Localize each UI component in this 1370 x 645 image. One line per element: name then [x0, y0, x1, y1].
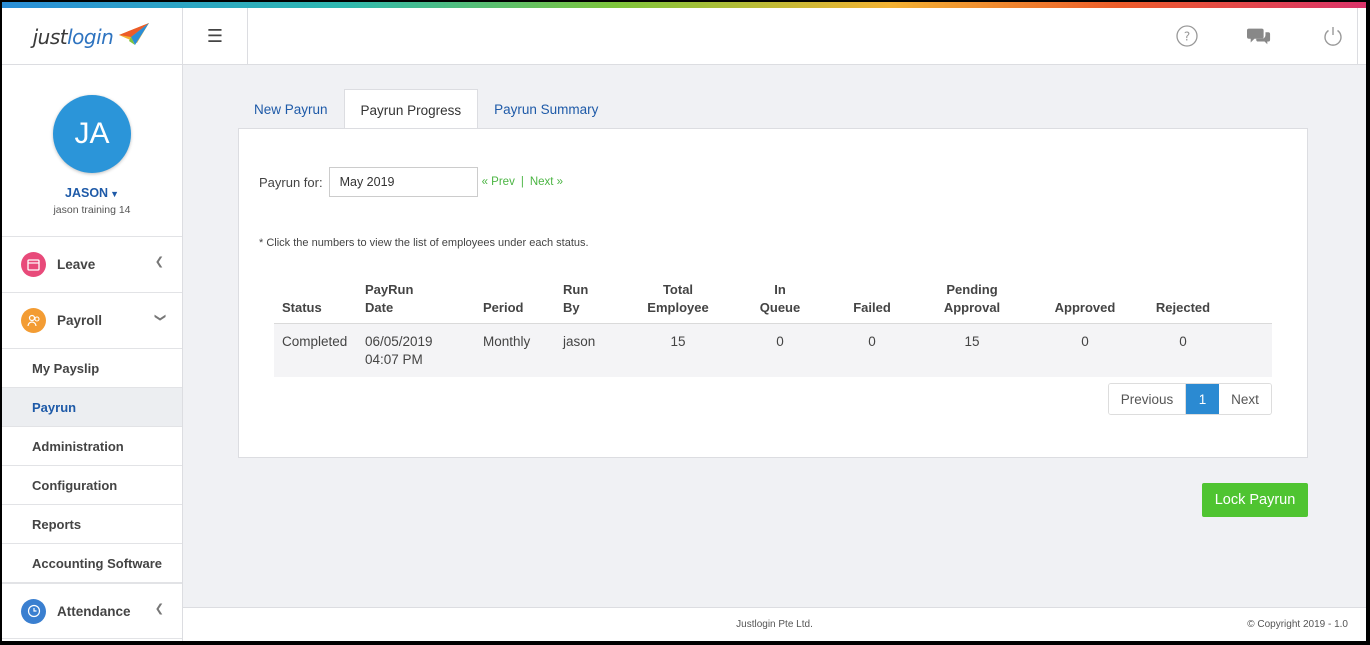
header-divider — [1357, 8, 1358, 65]
tab-payrun-progress[interactable]: Payrun Progress — [343, 89, 479, 130]
sidebar-item-configuration[interactable]: Configuration — [2, 466, 182, 505]
app-window: justlogin ☰ ? JA JASON ▼ jason training … — [2, 2, 1366, 641]
payrun-status-table: Status PayRun Date Period Run By Total Empl… — [274, 275, 1272, 377]
col-in-queue: In Queue — [725, 275, 835, 324]
col-pending-approval: Pending Approval — [909, 275, 1035, 324]
sidebar-item-administration[interactable]: Administration — [2, 427, 182, 466]
pagination-next-button[interactable]: Next — [1219, 384, 1271, 414]
cell-rejected-link[interactable]: 0 — [1135, 323, 1231, 377]
cell-status: Completed — [274, 323, 357, 377]
footer-copyright: © Copyright 2019 - 1.0 — [1247, 619, 1348, 630]
cell-approved-link[interactable]: 0 — [1035, 323, 1135, 377]
user-profile: JA JASON ▼ jason training 14 — [2, 65, 182, 237]
chevron-left-icon: ❮ — [154, 256, 164, 268]
payrun-progress-panel: Payrun for: « Prev | Next » * Click the … — [238, 128, 1308, 458]
svg-text:?: ? — [1184, 30, 1190, 44]
sidebar: JA JASON ▼ jason training 14 Leave ❮ Payr… — [2, 65, 183, 641]
col-run-by: Run By — [555, 275, 631, 324]
chat-icon — [1247, 28, 1271, 45]
instruction-note: * Click the numbers to view the list of … — [259, 237, 589, 249]
lock-payrun-button[interactable]: Lock Payrun — [1202, 483, 1308, 517]
sidebar-item-attendance[interactable]: Attendance ❮ — [2, 583, 182, 639]
col-status: Status — [274, 275, 357, 324]
cell-failed-link[interactable]: 0 — [835, 323, 909, 377]
col-failed: Failed — [835, 275, 909, 324]
sidebar-item-leave[interactable]: Leave ❮ — [2, 237, 182, 293]
cell-in-queue: 0 — [725, 323, 835, 377]
footer-company: Justlogin Pte Ltd. — [736, 619, 813, 630]
tab-new-payrun[interactable]: New Payrun — [238, 89, 344, 129]
cell-run-by: jason — [555, 323, 631, 377]
sidebar-item-payroll[interactable]: Payroll ❮ — [2, 293, 182, 349]
sidebar-item-accounting-software[interactable]: Accounting Software — [2, 544, 182, 583]
cell-payrun-date: 06/05/2019 04:07 PM — [357, 323, 475, 377]
link-separator: | — [520, 176, 524, 188]
cell-period: Monthly — [475, 323, 555, 377]
cell-spacer — [1231, 323, 1272, 377]
clock-icon — [21, 598, 46, 624]
pagination-page-1[interactable]: 1 — [1186, 384, 1219, 414]
prev-month-link[interactable]: « Prev — [482, 176, 515, 188]
sidebar-item-label: Payroll — [57, 313, 103, 328]
pagination-previous-button[interactable]: Previous — [1109, 384, 1186, 414]
user-name: JASON — [65, 186, 109, 200]
payrun-tabs: New Payrun Payrun Progress Payrun Summar… — [238, 89, 614, 130]
payrun-month-input[interactable] — [328, 167, 478, 197]
footer: Justlogin Pte Ltd. © Copyright 2019 - 1.… — [183, 607, 1366, 641]
user-menu-toggle[interactable]: JASON ▼ — [2, 186, 182, 200]
avatar[interactable]: JA — [53, 95, 131, 173]
cell-total-employee: 15 — [631, 323, 725, 377]
caret-down-icon: ▼ — [110, 189, 119, 199]
sidebar-item-my-payslip[interactable]: My Payslip — [2, 349, 182, 388]
chevron-down-icon: ❮ — [153, 312, 166, 323]
sidebar-item-label: Attendance — [57, 603, 131, 619]
logo-text-accent: login — [67, 24, 114, 49]
chat-button[interactable] — [1247, 24, 1271, 48]
payrun-for-label: Payrun for: — [259, 174, 323, 190]
cell-pending-approval-link[interactable]: 15 — [909, 323, 1035, 377]
payrun-period-filter: Payrun for: « Prev | Next » — [259, 167, 563, 197]
col-spacer — [1231, 275, 1272, 324]
table-header-row: Status PayRun Date Period Run By Total Empl… — [274, 275, 1272, 324]
chevron-left-icon: ❮ — [154, 603, 164, 615]
sidebar-item-label: Leave — [57, 257, 96, 272]
sidebar-item-reports[interactable]: Reports — [2, 505, 182, 544]
tab-payrun-summary[interactable]: Payrun Summary — [478, 89, 614, 129]
paper-plane-icon — [119, 22, 150, 45]
pagination: Previous 1 Next — [1108, 383, 1272, 415]
help-icon: ? — [1176, 25, 1198, 47]
payroll-people-icon — [21, 308, 46, 333]
user-company: jason training 14 — [53, 204, 131, 216]
calendar-icon — [21, 252, 46, 277]
col-total-employee: Total Employee — [631, 275, 725, 324]
menu-toggle-button[interactable]: ☰ — [183, 8, 248, 65]
sidebar-item-payrun[interactable]: Payrun — [2, 388, 182, 427]
table-row: Completed 06/05/2019 04:07 PM Monthly jas… — [274, 323, 1272, 377]
next-month-link[interactable]: Next » — [530, 176, 563, 188]
logo-text-main: just — [32, 24, 68, 49]
help-button[interactable]: ? — [1175, 24, 1199, 48]
col-period: Period — [475, 275, 555, 324]
top-header: justlogin ☰ ? — [2, 8, 1366, 65]
menu-icon: ☰ — [206, 26, 224, 46]
col-approved: Approved — [1035, 275, 1135, 324]
logout-button[interactable] — [1321, 24, 1345, 48]
col-payrun-date: PayRun Date — [357, 275, 475, 324]
power-icon — [1324, 27, 1342, 46]
col-rejected: Rejected — [1135, 275, 1231, 324]
logo[interactable]: justlogin — [2, 8, 183, 65]
